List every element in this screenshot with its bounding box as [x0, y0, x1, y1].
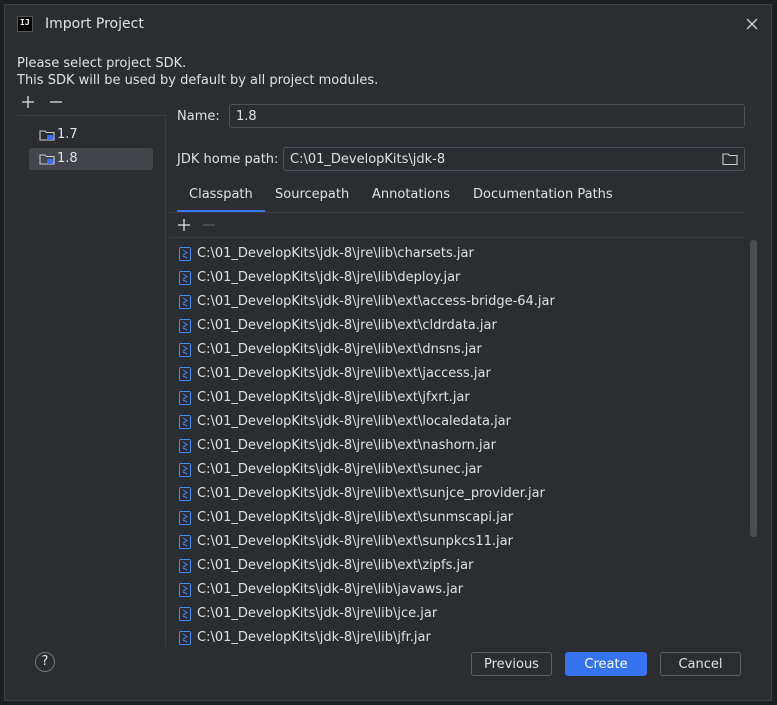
classpath-entry[interactable]: C:\01_DevelopKits\jdk-8\jre\lib\ext\sunm…: [169, 507, 747, 531]
jar-file-icon: [179, 487, 191, 501]
classpath-entry[interactable]: C:\01_DevelopKits\jdk-8\jre\lib\charsets…: [169, 243, 747, 267]
classpath-entry-text: C:\01_DevelopKits\jdk-8\jre\lib\ext\acce…: [197, 294, 555, 309]
classpath-entry-text: C:\01_DevelopKits\jdk-8\jre\lib\ext\sunm…: [197, 510, 514, 525]
tab-classpath[interactable]: Classpath: [177, 185, 265, 213]
create-button[interactable]: Create: [565, 652, 647, 676]
classpath-entry[interactable]: C:\01_DevelopKits\jdk-8\jre\lib\ext\nash…: [169, 435, 747, 459]
sdk-item-label: 1.7: [57, 127, 78, 142]
jdk-home-path-label: JDK home path:: [177, 152, 279, 167]
classpath-entry[interactable]: C:\01_DevelopKits\jdk-8\jre\lib\jce.jar: [169, 603, 747, 627]
vertical-scrollbar[interactable]: [750, 240, 757, 537]
add-icon[interactable]: [177, 218, 191, 232]
help-button[interactable]: ?: [35, 652, 55, 672]
classpath-entry-text: C:\01_DevelopKits\jdk-8\jre\lib\ext\sunj…: [197, 486, 545, 501]
classpath-entry-text: C:\01_DevelopKits\jdk-8\jre\lib\ext\dnsn…: [197, 342, 482, 357]
title-bar: IJ Import Project: [5, 5, 771, 43]
tab-annotations[interactable]: Annotations: [360, 185, 462, 213]
classpath-entry-text: C:\01_DevelopKits\jdk-8\jre\lib\ext\loca…: [197, 414, 511, 429]
intro-line-2: This SDK will be used by default by all …: [17, 73, 379, 88]
classpath-entry[interactable]: C:\01_DevelopKits\jdk-8\jre\lib\ext\sunj…: [169, 483, 747, 507]
classpath-list: C:\01_DevelopKits\jdk-8\jre\lib\charsets…: [169, 239, 747, 645]
classpath-entry[interactable]: C:\01_DevelopKits\jdk-8\jre\lib\ext\cldr…: [169, 315, 747, 339]
classpath-entry-text: C:\01_DevelopKits\jdk-8\jre\lib\jce.jar: [197, 606, 438, 621]
jar-file-icon: [179, 559, 191, 573]
classpath-entry-text: C:\01_DevelopKits\jdk-8\jre\lib\ext\nash…: [197, 438, 496, 453]
classpath-entry-text: C:\01_DevelopKits\jdk-8\jre\lib\ext\cldr…: [197, 318, 497, 333]
classpath-entry[interactable]: C:\01_DevelopKits\jdk-8\jre\lib\ext\loca…: [169, 411, 747, 435]
jar-file-icon: [179, 247, 191, 261]
browse-folder-icon[interactable]: [722, 152, 738, 166]
classpath-entry[interactable]: C:\01_DevelopKits\jdk-8\jre\lib\ext\jfxr…: [169, 387, 747, 411]
jdk-home-path-field[interactable]: [283, 147, 745, 171]
jar-file-icon: [179, 343, 191, 357]
classpath-entry-text: C:\01_DevelopKits\jdk-8\jre\lib\charsets…: [197, 246, 474, 261]
classpath-entry-text: C:\01_DevelopKits\jdk-8\jre\lib\ext\sunp…: [197, 534, 513, 549]
jar-file-icon: [179, 271, 191, 285]
sdk-folder-icon: [39, 154, 55, 165]
jar-file-icon: [179, 295, 191, 309]
jar-file-icon: [179, 439, 191, 453]
jar-file-icon: [179, 463, 191, 477]
classpath-entry[interactable]: C:\01_DevelopKits\jdk-8\jre\lib\ext\acce…: [169, 291, 747, 315]
cancel-button[interactable]: Cancel: [660, 652, 741, 676]
close-icon[interactable]: [745, 17, 759, 31]
name-label: Name:: [177, 109, 220, 124]
import-project-dialog: IJ Import Project Please select project …: [4, 4, 772, 701]
classpath-entry-text: C:\01_DevelopKits\jdk-8\jre\lib\ext\sune…: [197, 462, 482, 477]
intro-line-1: Please select project SDK.: [17, 56, 187, 71]
sdk-list: 1.7 1.8: [17, 115, 166, 646]
jar-file-icon: [179, 631, 191, 645]
sdk-item-label: 1.8: [57, 151, 78, 166]
classpath-entry[interactable]: C:\01_DevelopKits\jdk-8\jre\lib\ext\sunp…: [169, 531, 747, 555]
classpath-entry-text: C:\01_DevelopKits\jdk-8\jre\lib\jfr.jar: [197, 630, 431, 645]
classpath-entry-text: C:\01_DevelopKits\jdk-8\jre\lib\javaws.j…: [197, 582, 464, 597]
classpath-entry[interactable]: C:\01_DevelopKits\jdk-8\jre\lib\ext\dnsn…: [169, 339, 747, 363]
name-field[interactable]: [229, 104, 745, 128]
jar-file-icon: [179, 607, 191, 621]
classpath-entry[interactable]: C:\01_DevelopKits\jdk-8\jre\lib\ext\jacc…: [169, 363, 747, 387]
classpath-entry-text: C:\01_DevelopKits\jdk-8\jre\lib\deploy.j…: [197, 270, 461, 285]
classpath-entry-text: C:\01_DevelopKits\jdk-8\jre\lib\ext\zipf…: [197, 558, 474, 573]
dialog-title: Import Project: [45, 16, 144, 32]
previous-button[interactable]: Previous: [471, 652, 552, 676]
classpath-entry-text: C:\01_DevelopKits\jdk-8\jre\lib\ext\jacc…: [197, 366, 491, 381]
jar-file-icon: [179, 511, 191, 525]
jar-file-icon: [179, 319, 191, 333]
jar-file-icon: [179, 535, 191, 549]
jar-file-icon: [179, 367, 191, 381]
sdk-item-1-8[interactable]: 1.8: [29, 148, 153, 170]
classpath-entry-text: C:\01_DevelopKits\jdk-8\jre\lib\ext\jfxr…: [197, 390, 470, 405]
remove-icon[interactable]: [202, 218, 216, 232]
jar-file-icon: [179, 583, 191, 597]
classpath-entry[interactable]: C:\01_DevelopKits\jdk-8\jre\lib\javaws.j…: [169, 579, 747, 603]
add-icon[interactable]: [21, 95, 35, 109]
sdk-item-1-7[interactable]: 1.7: [29, 124, 153, 146]
remove-icon[interactable]: [49, 95, 63, 109]
classpath-entry[interactable]: C:\01_DevelopKits\jdk-8\jre\lib\jfr.jar: [169, 627, 747, 645]
intro-text: Please select project SDK. This SDK will…: [17, 55, 378, 89]
intellij-logo-icon: IJ: [17, 16, 33, 32]
sdk-folder-icon: [39, 130, 55, 141]
jar-file-icon: [179, 415, 191, 429]
classpath-entry[interactable]: C:\01_DevelopKits\jdk-8\jre\lib\ext\zipf…: [169, 555, 747, 579]
jar-file-icon: [179, 391, 191, 405]
classpath-entry[interactable]: C:\01_DevelopKits\jdk-8\jre\lib\deploy.j…: [169, 267, 747, 291]
classpath-toolbar: [169, 213, 745, 238]
classpath-entry[interactable]: C:\01_DevelopKits\jdk-8\jre\lib\ext\sune…: [169, 459, 747, 483]
tab-sourcepath[interactable]: Sourcepath: [263, 185, 361, 213]
tab-documentation-paths[interactable]: Documentation Paths: [461, 185, 625, 213]
